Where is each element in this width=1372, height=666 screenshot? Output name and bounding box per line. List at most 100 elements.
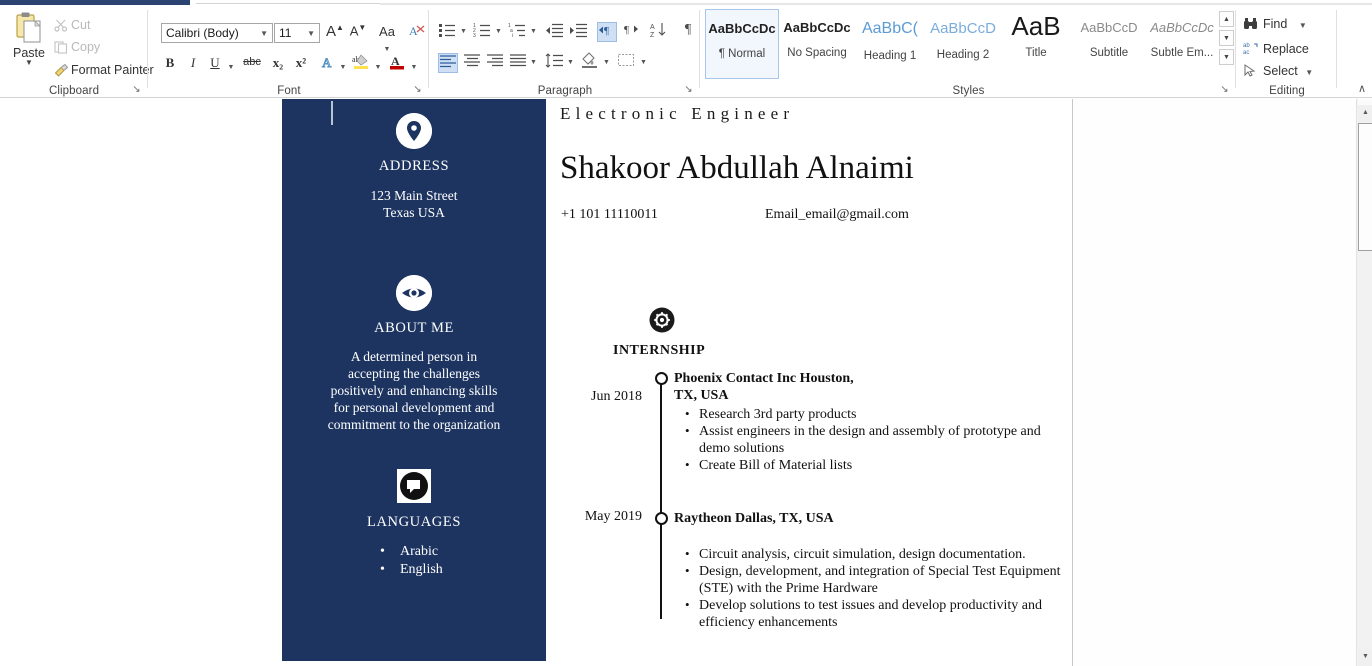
about-line-4: for personal development and xyxy=(333,400,495,415)
align-right-button[interactable] xyxy=(486,53,506,73)
styles-scroll-up-button[interactable]: ▲ xyxy=(1219,11,1234,27)
svg-text:ab: ab xyxy=(1243,43,1250,49)
collapse-ribbon-button[interactable]: ∧ xyxy=(1358,82,1366,95)
underline-button[interactable]: U xyxy=(207,55,223,71)
cut-button[interactable]: Cut xyxy=(54,18,90,35)
resume-sidebar[interactable]: ADDRESS 123 Main Street Texas USA ABOUT … xyxy=(282,99,546,661)
italic-button[interactable]: I xyxy=(185,55,201,71)
strikethrough-button[interactable]: abc xyxy=(239,56,265,68)
scroll-up-button[interactable]: ▲ xyxy=(1358,105,1372,122)
decrease-indent-button[interactable] xyxy=(545,22,565,42)
shrink-font-button[interactable]: A▼ xyxy=(348,23,368,38)
eye-icon xyxy=(396,275,432,311)
right-to-left-button[interactable]: ¶ xyxy=(622,22,642,42)
sort-button[interactable]: AZ xyxy=(650,22,670,42)
text-effects-dropdown[interactable]: ▼ xyxy=(338,57,348,72)
style-subtle-emphasis[interactable]: AaBbCcDc Subtle Em... xyxy=(1145,9,1219,79)
bold-button[interactable]: B xyxy=(162,55,178,71)
numbering-button[interactable]: 123 xyxy=(473,22,493,42)
find-button[interactable]: Find ▼ xyxy=(1243,17,1307,33)
clipboard-dialog-launcher[interactable]: ↘ xyxy=(131,84,142,95)
line-spacing-button[interactable] xyxy=(545,53,565,73)
subscript-button[interactable]: x₂ xyxy=(268,55,288,71)
paragraph-dialog-launcher[interactable]: ↘ xyxy=(683,84,694,95)
select-button[interactable]: Select ▼ xyxy=(1243,64,1313,80)
clear-formatting-button[interactable]: A xyxy=(407,23,427,41)
resume-name: Shakoor Abdullah Alnaimi xyxy=(560,150,914,186)
shading-button[interactable] xyxy=(580,51,600,71)
format-painter-button[interactable]: Format Painter xyxy=(54,63,154,80)
style-normal[interactable]: AaBbCcDc ¶ Normal xyxy=(705,9,779,79)
clipboard-group-label: Clipboard xyxy=(48,85,100,97)
scroll-down-button[interactable]: ▼ xyxy=(1358,649,1372,666)
show-formatting-marks-button[interactable]: ¶ xyxy=(678,22,698,42)
borders-button[interactable] xyxy=(617,53,637,73)
grow-font-button[interactable]: A▲ xyxy=(325,23,345,40)
styles-more-button[interactable]: ▼ xyxy=(1219,49,1234,65)
chevron-down-icon: ▼ xyxy=(1362,653,1369,660)
find-dropdown-caret[interactable]: ▼ xyxy=(1299,21,1307,30)
font-dialog-launcher[interactable]: ↘ xyxy=(412,84,423,95)
ribbon-group-clipboard: Paste ▼ Cut Copy Format Painter Clipboar… xyxy=(0,5,154,98)
experience-date-2: May 2019 xyxy=(584,509,642,524)
multilevel-list-button[interactable]: 1ai xyxy=(508,22,528,42)
select-dropdown-caret[interactable]: ▼ xyxy=(1305,68,1313,77)
bold-label: B xyxy=(165,55,175,70)
style-heading-2[interactable]: AaBbCcD Heading 2 xyxy=(926,9,1000,79)
text-effects-button[interactable]: A xyxy=(319,55,337,73)
justify-button[interactable] xyxy=(509,53,529,73)
multilevel-list-dropdown[interactable]: ▼ xyxy=(530,28,537,35)
left-to-right-button[interactable]: ¶ xyxy=(597,22,617,42)
paste-dropdown-caret[interactable]: ▼ xyxy=(8,59,50,67)
style-preview: AaBbCcDc xyxy=(1150,20,1214,35)
resume-section-title: INTERNSHIP xyxy=(613,343,706,358)
timeline-dot-2 xyxy=(655,512,668,525)
resume-main-column[interactable]: Electronic Engineer Shakoor Abdullah Aln… xyxy=(560,99,1061,661)
line-spacing-dropdown[interactable]: ▼ xyxy=(567,59,574,66)
highlight-dropdown[interactable]: ▼ xyxy=(373,57,383,72)
styles-scroll-down-button[interactable]: ▼ xyxy=(1219,30,1234,46)
about-line-2: accepting the challenges xyxy=(348,366,480,381)
superscript-button[interactable]: x² xyxy=(291,55,311,71)
document-canvas[interactable]: ADDRESS 123 Main Street Texas USA ABOUT … xyxy=(0,99,1356,666)
paragraph-group-label: Paragraph xyxy=(537,85,593,97)
experience-employer-1: Phoenix Contact Inc Houston, TX, USA xyxy=(674,370,889,404)
more-styles-icon: ▼ xyxy=(1223,54,1230,61)
style-label: Title xyxy=(1025,47,1047,59)
increase-indent-button[interactable] xyxy=(569,22,589,42)
style-heading-1[interactable]: AaBbC( Heading 1 xyxy=(853,9,927,79)
style-subtitle[interactable]: AaBbCcD Subtitle xyxy=(1072,9,1146,79)
bullets-button[interactable] xyxy=(438,22,458,42)
chevron-down-icon[interactable]: ▼ xyxy=(307,29,315,38)
paste-button[interactable]: Paste ▼ xyxy=(8,9,50,83)
numbering-dropdown[interactable]: ▼ xyxy=(495,28,502,35)
borders-dropdown[interactable]: ▼ xyxy=(640,59,647,66)
list-item: Create Bill of Material lists xyxy=(685,456,1055,474)
font-color-button[interactable]: A xyxy=(387,53,407,73)
vertical-scrollbar[interactable]: ▲ ▼ xyxy=(1356,99,1372,666)
scrollbar-thumb[interactable] xyxy=(1358,123,1372,251)
styles-group-label: Styles xyxy=(952,85,985,97)
chevron-down-icon[interactable]: ▼ xyxy=(260,29,268,38)
ribbon-group-font: Calibri (Body) ▼ 11 ▼ A▲ A▼ Aa ▼ A B I U… xyxy=(149,5,429,98)
font-name-value: Calibri (Body) xyxy=(166,26,239,40)
style-title[interactable]: AaB Title xyxy=(999,9,1073,79)
styles-dialog-launcher[interactable]: ↘ xyxy=(1219,84,1230,95)
font-size-combo[interactable]: 11 ▼ xyxy=(274,23,320,43)
shading-dropdown[interactable]: ▼ xyxy=(603,59,610,66)
align-center-button[interactable] xyxy=(463,53,483,73)
font-name-combo[interactable]: Calibri (Body) ▼ xyxy=(161,23,273,43)
format-painter-icon xyxy=(54,63,71,80)
underline-dropdown[interactable]: ▼ xyxy=(226,57,236,72)
font-color-dropdown[interactable]: ▼ xyxy=(409,57,419,72)
style-no-spacing[interactable]: AaBbCcDc No Spacing xyxy=(780,9,854,79)
change-case-button[interactable]: Aa ▼ xyxy=(374,24,400,54)
bullets-dropdown[interactable]: ▼ xyxy=(460,28,467,35)
copy-button[interactable]: Copy xyxy=(54,40,100,57)
replace-button[interactable]: ab ac Replace xyxy=(1243,41,1309,58)
highlight-button[interactable]: ab xyxy=(351,53,371,73)
alignment-dropdown[interactable]: ▼ xyxy=(530,59,537,66)
align-left-button[interactable] xyxy=(438,53,458,73)
document-page[interactable]: ADDRESS 123 Main Street Texas USA ABOUT … xyxy=(0,99,1073,666)
tab-strip-secondary[interactable] xyxy=(196,0,381,4)
